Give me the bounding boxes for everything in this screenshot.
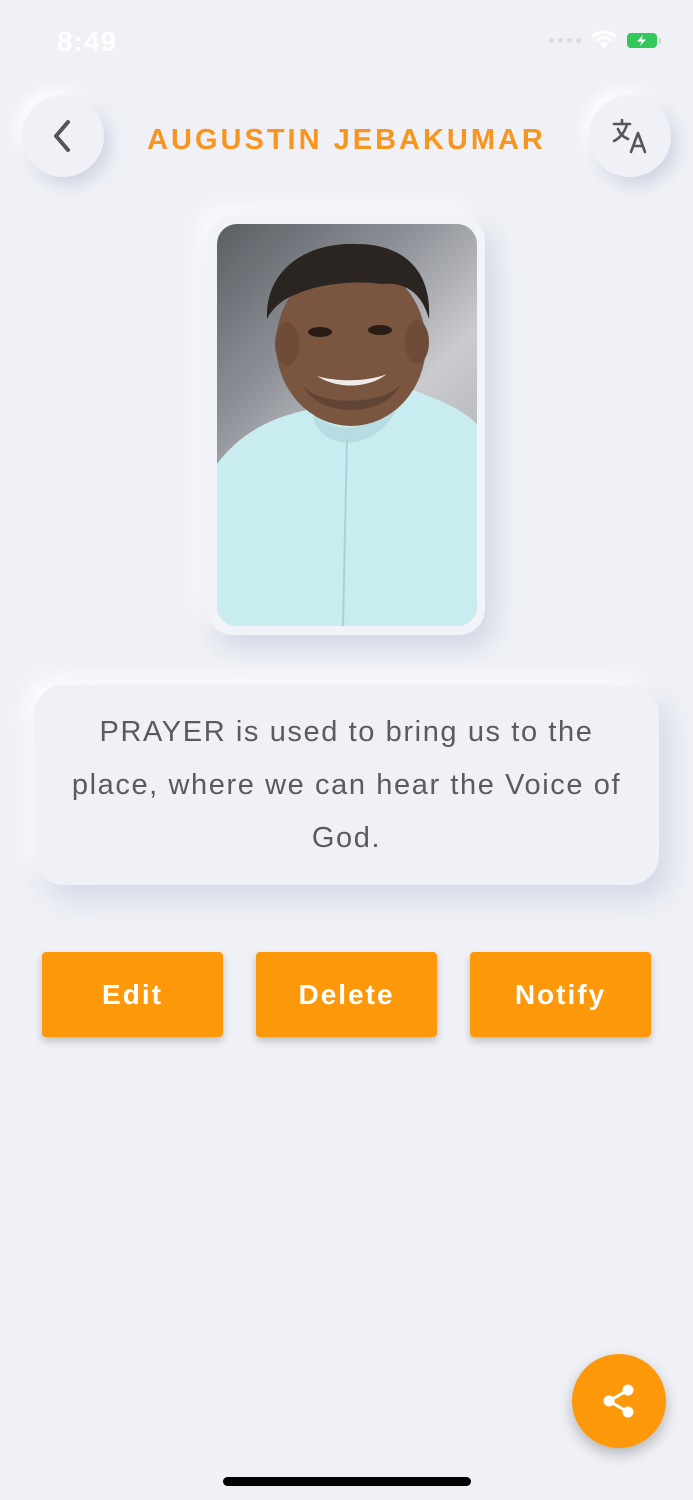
edit-button[interactable]: Edit — [42, 952, 223, 1037]
profile-photo-frame — [207, 215, 485, 635]
quote-text: PRAYER is used to bring us to the place,… — [71, 715, 622, 854]
profile-photo — [217, 224, 477, 626]
status-bar: 8:49 — [0, 0, 693, 80]
wifi-icon — [591, 30, 617, 48]
battery-icon — [627, 32, 661, 48]
page-title: AUGUSTIN JEBAKUMAR — [147, 124, 546, 156]
translate-button[interactable] — [589, 95, 671, 177]
cellular-signal-icon — [549, 37, 581, 43]
share-button[interactable] — [572, 1354, 666, 1448]
translate-icon — [612, 118, 647, 154]
status-time: 8:49 — [57, 26, 118, 57]
status-icons — [549, 30, 661, 50]
home-indicator — [223, 1477, 471, 1486]
quote-card: PRAYER is used to bring us to the place,… — [34, 685, 659, 885]
back-button[interactable] — [22, 95, 104, 177]
chevron-left-icon — [54, 120, 70, 152]
notify-button[interactable]: Notify — [470, 952, 651, 1037]
share-icon — [603, 1384, 634, 1418]
delete-button[interactable]: Delete — [256, 952, 437, 1037]
